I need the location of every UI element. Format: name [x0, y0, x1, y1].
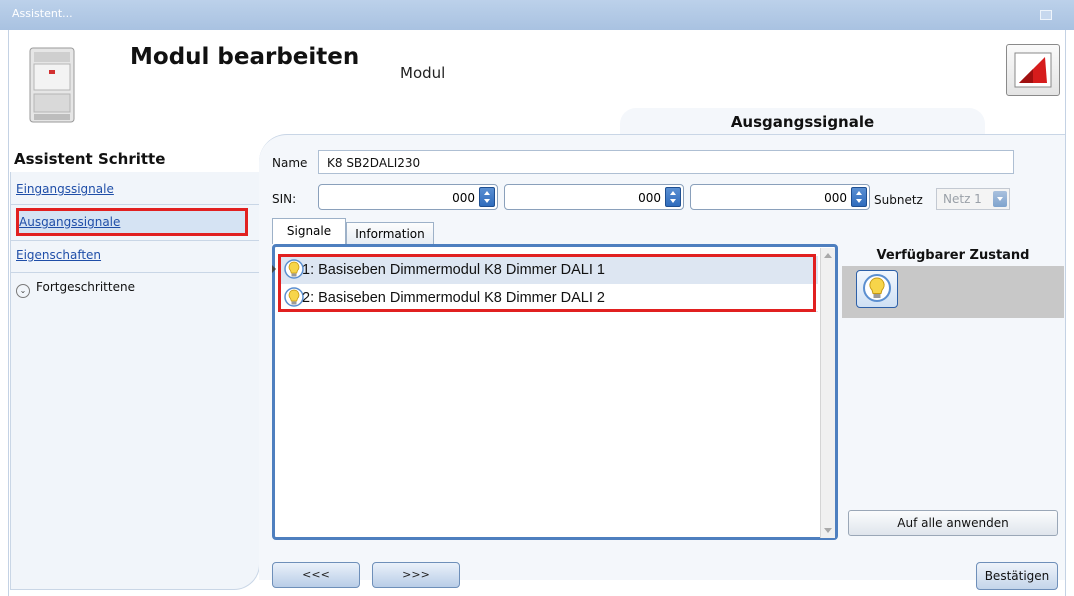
subnet-value: Netz 1 [943, 192, 982, 206]
dropdown-arrow-icon [993, 191, 1007, 207]
selection-highlight [278, 254, 816, 312]
divider [10, 204, 260, 205]
subnet-select[interactable]: Netz 1 [936, 188, 1010, 210]
spinner-icon[interactable] [479, 187, 495, 207]
subnet-label: Subnetz [874, 193, 923, 207]
scroll-down-icon[interactable] [824, 528, 832, 533]
spinner-icon[interactable] [665, 187, 681, 207]
scroll-up-icon[interactable] [824, 253, 832, 258]
state-panel-title: Verfügbarer Zustand [876, 248, 1030, 263]
sin-value: 000 [824, 191, 847, 205]
spinner-icon[interactable] [851, 187, 867, 207]
sin-field-3[interactable]: 000 [690, 184, 870, 210]
window-title: Assistent... [12, 7, 73, 20]
app-logo-button[interactable] [1006, 44, 1060, 96]
advanced-label: Fortgeschrittene [36, 280, 135, 294]
row-pointer-icon [272, 265, 276, 273]
tab-signale[interactable]: Signale [272, 218, 346, 244]
page-subtitle: Modul [400, 64, 446, 82]
module-device-icon [29, 47, 75, 123]
previous-button[interactable]: <<< [272, 562, 360, 588]
divider [10, 272, 260, 273]
apply-all-button[interactable]: Auf alle anwenden [848, 510, 1058, 536]
sidebar-item-eigenschaften[interactable]: Eigenschaften [16, 248, 101, 262]
chevron-down-icon: ⌄ [16, 284, 30, 298]
sidebar-title: Assistent Schritte [14, 150, 166, 168]
next-button[interactable]: >>> [372, 562, 460, 588]
divider [10, 240, 260, 241]
state-bulb-button[interactable] [856, 270, 898, 308]
name-label: Name [272, 156, 308, 170]
sin-field-2[interactable]: 000 [504, 184, 684, 210]
sidebar-item-label: Ausgangssignale [19, 215, 121, 229]
sidebar-item-ausgangssignale[interactable]: Ausgangssignale [16, 208, 248, 236]
page-title: Modul bearbeiten [130, 44, 360, 70]
sidebar-item-fortgeschrittene[interactable]: ⌄ Fortgeschrittene [16, 280, 135, 298]
title-bar: Assistent... [0, 0, 1074, 30]
sidebar-item-eingangssignale[interactable]: Eingangssignale [16, 182, 114, 196]
sin-value: 000 [638, 191, 661, 205]
current-step-tab: Ausgangssignale [620, 108, 985, 134]
maximize-icon[interactable] [1040, 10, 1052, 20]
tab-information[interactable]: Information [346, 222, 434, 244]
confirm-button[interactable]: Bestätigen [976, 562, 1058, 590]
sin-value: 000 [452, 191, 475, 205]
list-scrollbar[interactable] [820, 248, 835, 538]
sin-label: SIN: [272, 192, 297, 206]
sin-field-1[interactable]: 000 [318, 184, 498, 210]
bulb-icon [863, 274, 891, 302]
app-logo-icon [1014, 52, 1052, 88]
name-field[interactable]: K8 SB2DALI230 [318, 150, 1014, 174]
